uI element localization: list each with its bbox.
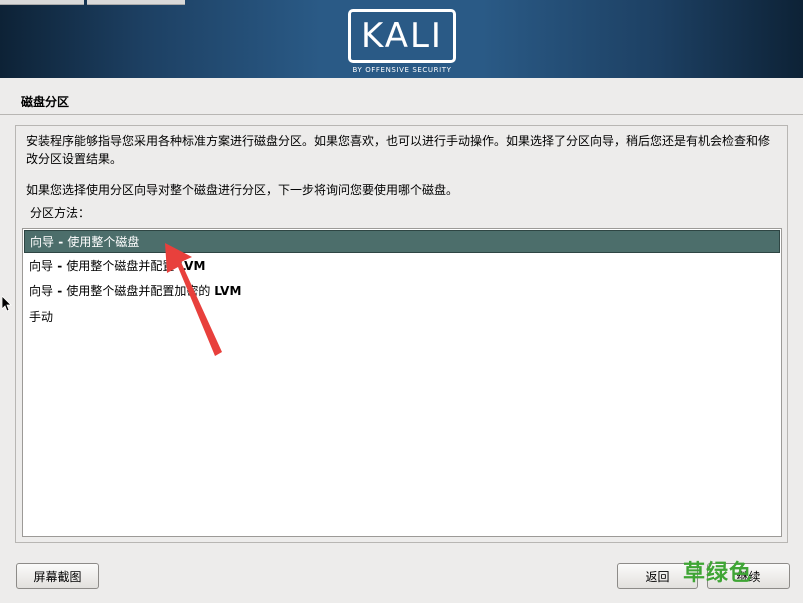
screenshot-button-label: 屏幕截图 bbox=[33, 569, 82, 584]
screenshot-button[interactable]: 屏幕截图 bbox=[16, 563, 99, 589]
method-sep: - bbox=[53, 284, 67, 298]
kali-logo-subtext: BY OFFENSIVE SECURITY bbox=[352, 66, 452, 74]
method-text: 使用整个磁盘 bbox=[67, 235, 140, 249]
method-sep: - bbox=[54, 235, 68, 249]
watermark-text: 草绿色 bbox=[683, 561, 753, 586]
method-option-guided-encrypted-lvm[interactable]: 向导 - 使用整个磁盘并配置加密的 LVM bbox=[24, 280, 780, 303]
partition-method-label: 分区方法： bbox=[30, 206, 91, 220]
mouse-cursor-icon bbox=[2, 296, 12, 312]
description-followup: 如果您选择使用分区向导对整个磁盘进行分区，下一步将询问您要使用哪个磁盘。 bbox=[26, 183, 459, 197]
method-text: 使用整个磁盘并配置 bbox=[66, 259, 179, 273]
back-button-label: 返回 bbox=[645, 569, 670, 584]
kali-logo: KALI bbox=[348, 9, 456, 63]
title-divider bbox=[0, 114, 803, 115]
method-option-guided-entire-disk[interactable]: 向导 - 使用整个磁盘 bbox=[24, 230, 780, 253]
method-prefix: 向导 bbox=[29, 284, 54, 298]
method-prefix: 手动 bbox=[29, 310, 54, 324]
window-tab-right bbox=[87, 0, 185, 5]
method-option-guided-lvm[interactable]: 向导 - 使用整个磁盘并配置 LVM bbox=[24, 255, 780, 278]
method-suffix: LVM bbox=[178, 259, 206, 273]
partition-method-list[interactable]: 向导 - 使用整个磁盘 向导 - 使用整个磁盘并配置 LVM 向导 - 使用整个… bbox=[22, 228, 782, 537]
method-sep: - bbox=[53, 259, 67, 273]
method-text: 使用整个磁盘并配置加密的 bbox=[66, 284, 215, 298]
window-tab-left bbox=[0, 0, 84, 5]
method-prefix: 向导 bbox=[30, 235, 55, 249]
method-prefix: 向导 bbox=[29, 259, 54, 273]
method-option-manual[interactable]: 手动 bbox=[24, 306, 780, 329]
page-title: 磁盘分区 bbox=[21, 95, 70, 109]
kali-banner: KALI BY OFFENSIVE SECURITY bbox=[0, 0, 803, 78]
description-paragraph: 安装程序能够指导您采用各种标准方案进行磁盘分区。如果您喜欢，也可以进行手动操作。… bbox=[26, 134, 771, 166]
kali-logo-text: KALI bbox=[361, 16, 443, 56]
method-suffix: LVM bbox=[214, 284, 242, 298]
